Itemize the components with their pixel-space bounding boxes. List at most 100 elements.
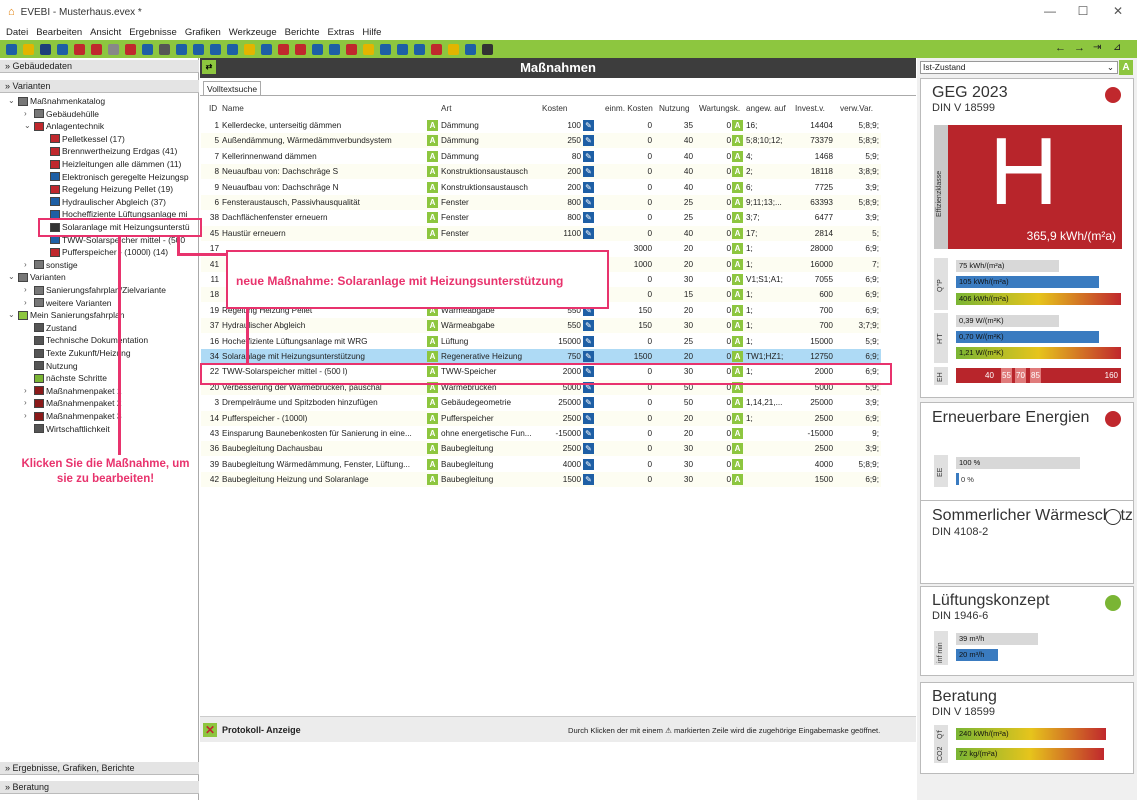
menu-berichte[interactable]: Berichte xyxy=(285,27,320,38)
expand-icon[interactable]: › xyxy=(24,259,32,271)
tree-item[interactable]: nächste Schritte xyxy=(24,372,107,384)
export-icon[interactable] xyxy=(91,43,102,55)
sum-icon[interactable] xyxy=(210,43,221,55)
table-row[interactable]: 36 Baubegleitung Dachausbau Baubegleitung 2… xyxy=(201,441,881,457)
new-icon[interactable] xyxy=(6,43,17,55)
table-row[interactable]: 5 Außendämmung, Wärmedämmverbundsystem Däm… xyxy=(201,133,881,149)
col-wartung[interactable]: Wartungsk. xyxy=(699,101,740,116)
table-row[interactable]: 14 Pufferspeicher - (1000l) Pufferspeicher… xyxy=(201,410,881,426)
tree-item[interactable]: › Gebäudehülle xyxy=(24,108,99,120)
fire-icon[interactable] xyxy=(278,43,289,55)
edit-icon[interactable]: ✎ xyxy=(583,458,594,470)
edit-icon[interactable]: ✎ xyxy=(583,412,594,424)
expand-icon[interactable]: › xyxy=(24,297,32,309)
table-row[interactable]: 37 Hydraulischer Abgleich Wärmeabgabe 550 15… xyxy=(201,318,881,334)
grid-icon[interactable] xyxy=(397,43,408,55)
menu-extras[interactable]: Extras xyxy=(327,27,354,38)
tree-item[interactable]: ⌄ Mein Sanierungsfahrplan xyxy=(8,309,125,321)
table-row[interactable]: 34 Solaranlage mit Heizungsunterstützung R… xyxy=(201,349,881,364)
expand-icon[interactable]: ⌄ xyxy=(8,309,16,321)
ruler-icon[interactable] xyxy=(108,43,119,55)
table-row[interactable]: 39 Baubegleitung Wärmedämmung, Fenster, L… xyxy=(201,457,881,472)
table-row[interactable]: 9 Neuaufbau von: Dachschräge N Konstruktio… xyxy=(201,180,881,195)
menu-bearbeiten[interactable]: Bearbeiten xyxy=(36,27,82,38)
col-verw[interactable]: verw.Var. xyxy=(840,101,873,116)
expand-icon[interactable]: › xyxy=(24,410,32,422)
edit-icon[interactable]: ✎ xyxy=(583,135,594,147)
copy-icon[interactable] xyxy=(57,43,68,55)
flow-icon[interactable] xyxy=(261,43,272,55)
dot-icon[interactable] xyxy=(346,43,357,55)
expand-icon[interactable]: › xyxy=(24,385,32,397)
menu-datei[interactable]: Datei xyxy=(6,27,28,38)
tree-item[interactable]: › Maßnahmenpaket 1 xyxy=(24,385,122,397)
house-icon[interactable] xyxy=(380,43,391,55)
edit-icon[interactable]: ✎ xyxy=(583,443,594,455)
tree-item[interactable]: ⌄ Maßnahmenkatalog xyxy=(8,95,105,107)
badge-a[interactable]: A xyxy=(1119,60,1133,75)
menu-ansicht[interactable]: Ansicht xyxy=(90,27,121,38)
col-art[interactable]: Art xyxy=(441,101,451,116)
tree-item[interactable]: › Sanierungsfahrplan/Zielvariante xyxy=(24,284,166,296)
table-row[interactable]: 3 Drempelräume und Spitzboden hinzufügen G… xyxy=(201,395,881,410)
save-all-icon[interactable] xyxy=(482,43,493,55)
expand-icon[interactable]: ⌄ xyxy=(8,271,16,283)
import-icon[interactable] xyxy=(74,43,85,55)
expand-icon[interactable]: ⌄ xyxy=(8,95,16,107)
tab-volltextsuche[interactable]: Volltextsuche xyxy=(203,81,262,96)
tree-item[interactable]: › Maßnahmenpaket 2 xyxy=(24,397,122,409)
back-arrow-icon[interactable]: ← xyxy=(1055,42,1066,54)
graph-icon[interactable]: ⊿ xyxy=(1113,42,1121,53)
tree-item[interactable]: Heizleitungen alle dämmen (11) xyxy=(40,158,181,170)
tree-item[interactable]: › Maßnahmenpaket 3 xyxy=(24,410,122,422)
variant-dropdown[interactable]: Ist-Zustand ⌄ xyxy=(920,61,1118,74)
edit-icon[interactable]: ✎ xyxy=(583,428,594,439)
col-invest[interactable]: Invest.v. xyxy=(795,101,825,116)
col-angew[interactable]: angew. auf xyxy=(746,101,786,116)
collapse-icon[interactable]: ⇄ xyxy=(202,60,216,74)
tree-item[interactable]: Pelletkessel (17) xyxy=(40,133,125,145)
menu-grafiken[interactable]: Grafiken xyxy=(185,27,221,38)
fan-icon[interactable] xyxy=(329,43,340,55)
step-icon[interactable]: ⇥ xyxy=(1093,42,1101,53)
edit-icon[interactable]: ✎ xyxy=(583,181,594,193)
col-id[interactable]: ID xyxy=(209,101,217,116)
edit-icon[interactable]: ✎ xyxy=(583,212,594,224)
expand-icon[interactable]: ⌄ xyxy=(24,120,32,132)
bolt-icon[interactable] xyxy=(363,43,374,55)
tree-item[interactable]: Wirtschaftlichkeit xyxy=(24,423,110,435)
edit-icon[interactable]: ✎ xyxy=(583,197,594,208)
box-icon[interactable] xyxy=(295,43,306,55)
table-row[interactable]: 6 Fensteraustausch, Passivhausqualität Fen… xyxy=(201,195,881,210)
tree-item[interactable]: Elektronisch geregelte Heizungsp xyxy=(40,171,189,183)
menu-ergebnisse[interactable]: Ergebnisse xyxy=(129,27,177,38)
section-ergebnisse[interactable]: » Ergebnisse, Grafiken, Berichte xyxy=(0,762,199,775)
box2-icon[interactable] xyxy=(312,43,323,55)
section-varianten[interactable]: » Varianten xyxy=(0,80,199,93)
edit-icon[interactable]: ✎ xyxy=(583,150,594,162)
tree-item[interactable]: Zustand xyxy=(24,322,77,334)
tree-item[interactable]: › weitere Varianten xyxy=(24,297,112,309)
hz-icon[interactable] xyxy=(193,43,204,55)
open-icon[interactable] xyxy=(23,43,34,55)
help-icon[interactable] xyxy=(465,43,476,55)
table-row[interactable]: 45 Haustür erneuern Fenster 1100 0 40 0 17; 2814… xyxy=(201,225,881,241)
forward-arrow-icon[interactable]: → xyxy=(1074,42,1085,54)
table-row[interactable]: 8 Neuaufbau von: Dachschräge S Konstruktio… xyxy=(201,164,881,180)
tree-item[interactable]: Technische Dokumentation xyxy=(24,334,148,346)
col-einm[interactable]: einm. Kosten xyxy=(605,101,653,116)
tree-item[interactable]: › sonstige xyxy=(24,259,78,271)
table-row[interactable]: 42 Baubegleitung Heizung und Solaranlage B… xyxy=(201,472,881,488)
menu-werkzeuge[interactable]: Werkzeuge xyxy=(229,27,277,38)
sigma-icon[interactable] xyxy=(227,43,238,55)
redo-icon[interactable] xyxy=(142,43,153,55)
tree-item[interactable]: Brennwertheizung Erdgas (41) xyxy=(40,145,177,157)
section-gebaeudedaten[interactable]: » Gebäudedaten xyxy=(0,60,199,73)
tree-item[interactable]: ⌄ Varianten xyxy=(8,271,66,283)
menu-hilfe[interactable]: Hilfe xyxy=(362,27,381,38)
undo-icon[interactable] xyxy=(125,43,136,55)
table-row[interactable]: 16 Hocheffiziente Lüftungsanlage mit WRG L… xyxy=(201,334,881,349)
col-name[interactable]: Name xyxy=(222,101,244,116)
tree-item[interactable]: ⌄ Anlagentechnik xyxy=(24,120,104,132)
tree-item[interactable]: Regelung Heizung Pellet (19) xyxy=(40,183,173,195)
